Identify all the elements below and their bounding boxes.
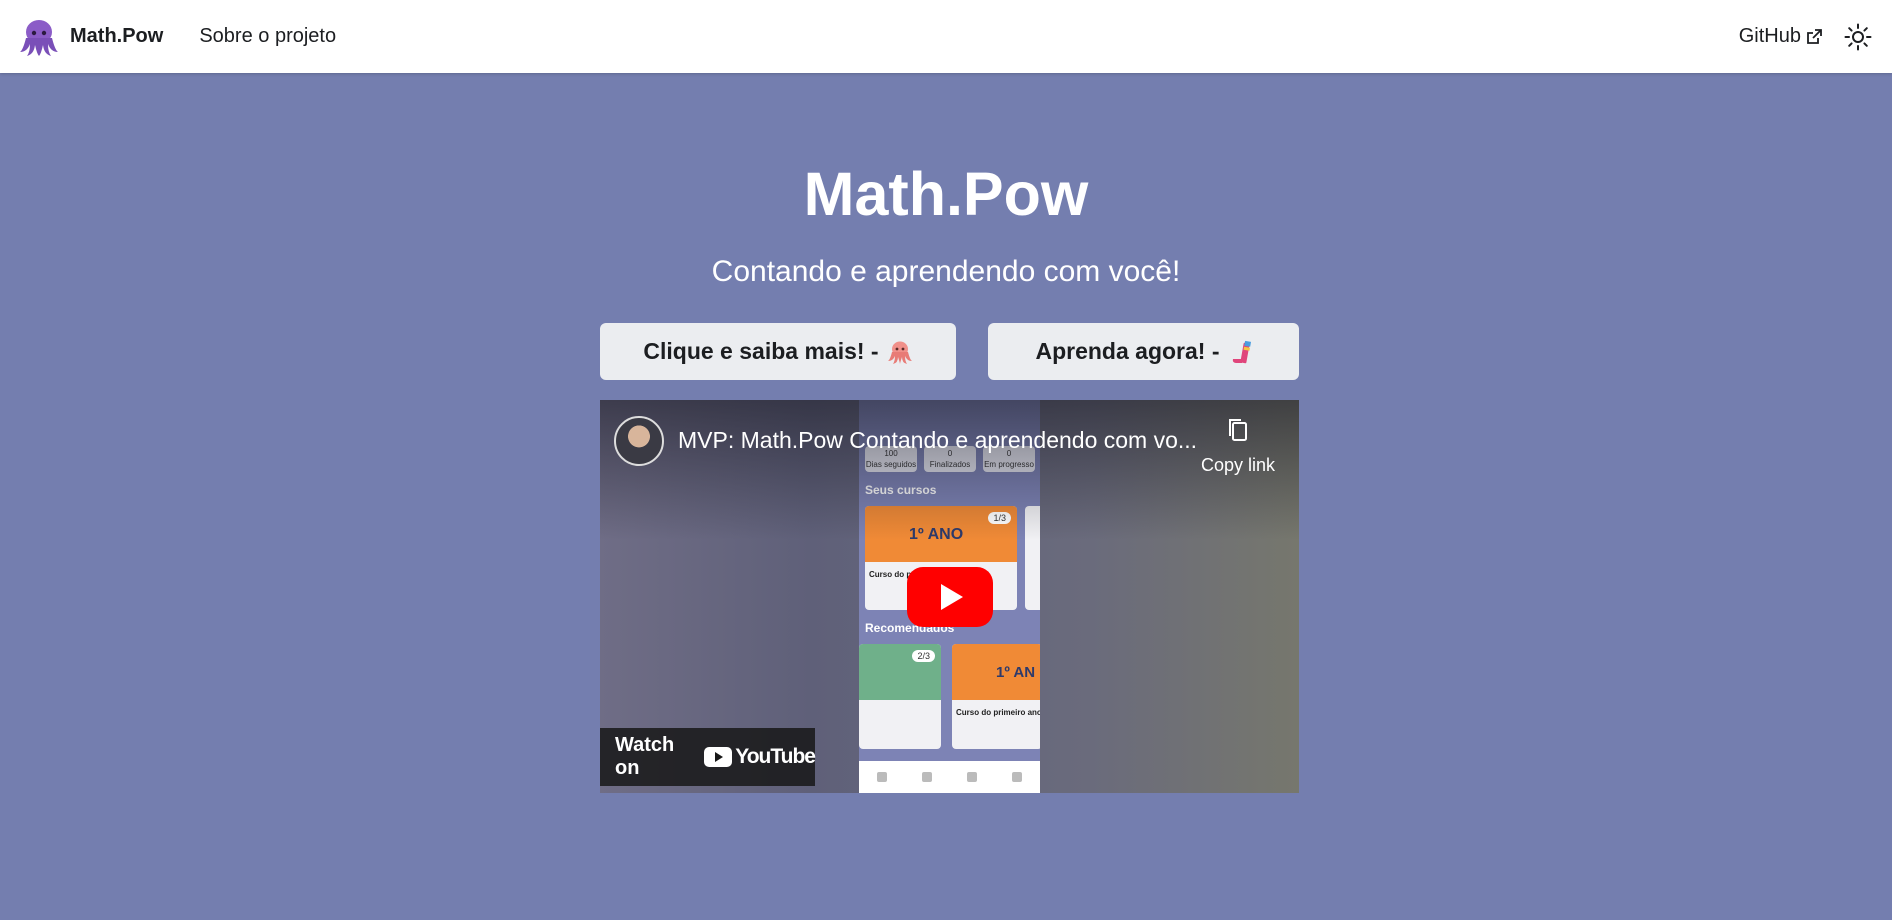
octopus-logo-icon <box>18 16 60 58</box>
octopus-emoji-icon <box>887 339 913 365</box>
phone-section-courses: Seus cursos <box>865 483 937 497</box>
card-image: 1º AN <box>952 644 1040 700</box>
learn-now-label: Aprenda agora! - <box>1035 338 1220 364</box>
phone-course-card <box>1025 506 1040 610</box>
copy-link-label: Copy link <box>1200 455 1276 475</box>
video-title[interactable]: MVP: Math.Pow Contando e aprendendo com … <box>678 427 1198 454</box>
brand-title: Math.Pow <box>70 25 164 47</box>
learn-more-button[interactable]: Clique e saiba mais! - <box>600 323 956 380</box>
pencil-emoji-icon <box>1228 339 1252 365</box>
channel-avatar[interactable] <box>614 416 664 466</box>
learn-more-label: Clique e saiba mais! - <box>643 338 879 364</box>
hero-title: Math.Pow <box>803 160 1089 228</box>
card-label: Curso do p <box>869 570 912 579</box>
brand-link[interactable]: Math.Pow <box>18 16 163 58</box>
theme-toggle-button[interactable] <box>1842 21 1874 53</box>
play-button[interactable] <box>907 567 993 627</box>
external-link-icon <box>1806 28 1822 45</box>
card-progress-badge: 2/3 <box>912 650 935 662</box>
phone-tabbar <box>859 761 1040 793</box>
copy-link-button[interactable]: Copy link <box>1195 416 1281 476</box>
learn-now-button[interactable]: Aprenda agora! - <box>988 323 1299 380</box>
phone-recommended-card: 1º AN Curso do primeiro ano <box>952 644 1040 749</box>
sun-icon <box>1844 23 1872 51</box>
nav-link-about[interactable]: Sobre o projeto <box>199 25 336 48</box>
navbar: Math.Pow Sobre o projeto GitHub <box>0 0 1892 73</box>
card-label: Curso do primeiro ano <box>956 708 1040 717</box>
github-link[interactable]: GitHub <box>1739 25 1822 48</box>
github-label: GitHub <box>1738 25 1801 47</box>
card-progress-badge: 1/3 <box>988 512 1011 524</box>
copy-icon <box>1225 416 1251 444</box>
phone-recommended-card: 2/3 <box>859 644 941 749</box>
navbar-right: GitHub <box>1739 21 1874 53</box>
youtube-video-embed[interactable]: 100 Dias seguidos 0 Finalizados 0 Em progre… <box>600 400 1299 793</box>
youtube-logo-icon: YouTube <box>704 745 816 769</box>
youtube-wordmark: YouTube <box>735 745 816 768</box>
play-icon <box>907 567 993 627</box>
watch-on-label: Watch on <box>615 734 675 779</box>
hero-subtitle: Contando e aprendendo com você! <box>711 255 1181 288</box>
watch-on-youtube-button[interactable]: Watch on YouTube <box>600 728 816 786</box>
